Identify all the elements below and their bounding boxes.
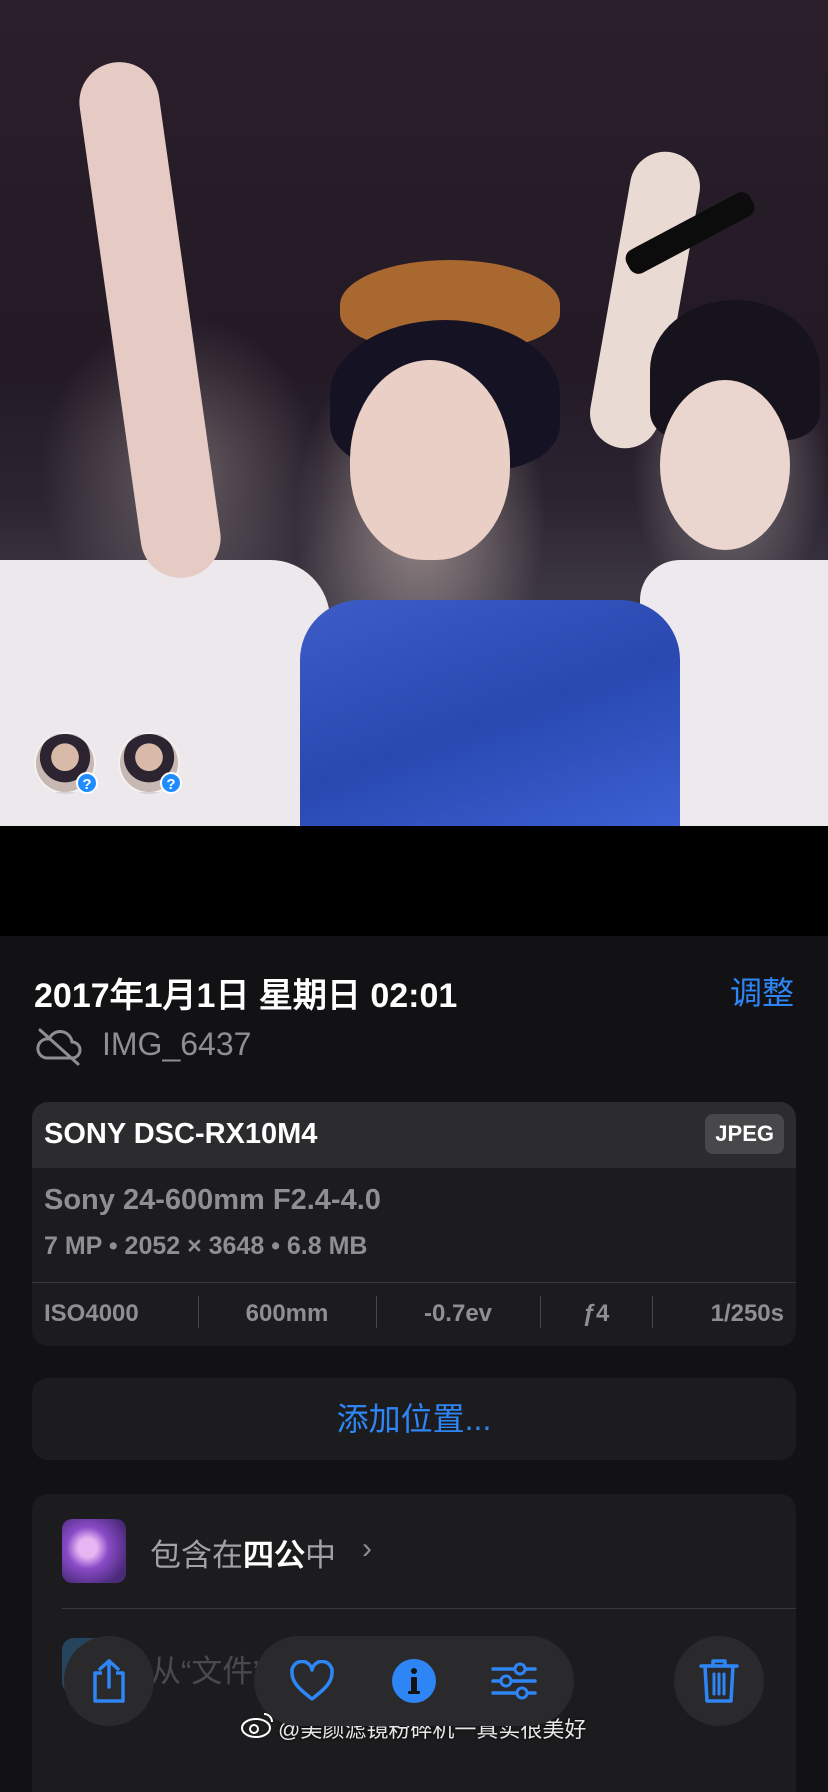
info-button[interactable] [388,1655,440,1707]
format-badge: JPEG [705,1114,784,1154]
heart-icon [290,1660,334,1701]
photo-face-right [660,380,790,550]
exif-card: SONY DSC-RX10M4 JPEG Sony 24-600mm F2.4-… [32,1102,796,1346]
info-icon [392,1659,436,1703]
chevron-right-icon: › [362,1532,372,1565]
adjust-datetime-button[interactable]: 调整 [730,968,794,1014]
add-location-button[interactable]: 添加位置... [32,1378,796,1460]
focal-length-value: 600mm [198,1296,376,1328]
capture-datetime: 2017年1月1日 星期日 02:01 [34,977,458,1015]
face-tag-1[interactable]: ? [34,732,98,794]
photo-view[interactable]: ? ? [0,0,828,826]
image-specs: 7 MP • 2052 × 3648 • 6.8 MB [44,1232,368,1260]
exif-header: SONY DSC-RX10M4 JPEG [32,1102,796,1168]
favorite-button[interactable] [286,1655,338,1707]
aperture-value: ƒ4 [540,1296,652,1328]
album-suffix: 中 [305,1538,336,1573]
exif-stats: ISO4000 600mm -0.7ev ƒ4 1/250s [32,1282,796,1346]
iso-value: ISO4000 [44,1300,139,1327]
date-row: 2017年1月1日 星期日 02:01 调整 [34,968,794,1015]
files-source-label: 从“文件” [150,1654,264,1689]
album-name: 四公 [243,1538,305,1573]
exposure-comp-value: -0.7ev [376,1296,540,1328]
toolbar-pill [254,1636,574,1726]
sliders-icon [491,1662,537,1700]
photo-subject-center [300,600,680,826]
lens-model: Sony 24-600mm F2.4-4.0 [44,1184,381,1216]
trash-icon [699,1659,739,1703]
filename: IMG_6437 [102,1026,252,1062]
camera-model: SONY DSC-RX10M4 [44,1118,318,1150]
shutter-value: 1/250s [652,1296,796,1328]
share-icon [93,1659,125,1703]
face-tag-2[interactable]: ? [118,732,182,794]
album-label: 包含在四公中 [150,1530,336,1575]
photo-raised-arm [74,56,226,584]
album-prefix: 包含在 [150,1538,243,1573]
cloud-slash-icon [36,1028,82,1066]
share-button[interactable] [64,1636,154,1726]
unknown-person-badge: ? [160,772,182,794]
album-thumbnail [62,1519,126,1583]
photo-face-center [350,360,510,560]
unknown-person-badge: ? [76,772,98,794]
album-row[interactable]: 包含在四公中 › [32,1494,796,1608]
file-row: IMG_6437 [34,1022,534,1068]
delete-button[interactable] [674,1636,764,1726]
edit-button[interactable] [488,1655,540,1707]
